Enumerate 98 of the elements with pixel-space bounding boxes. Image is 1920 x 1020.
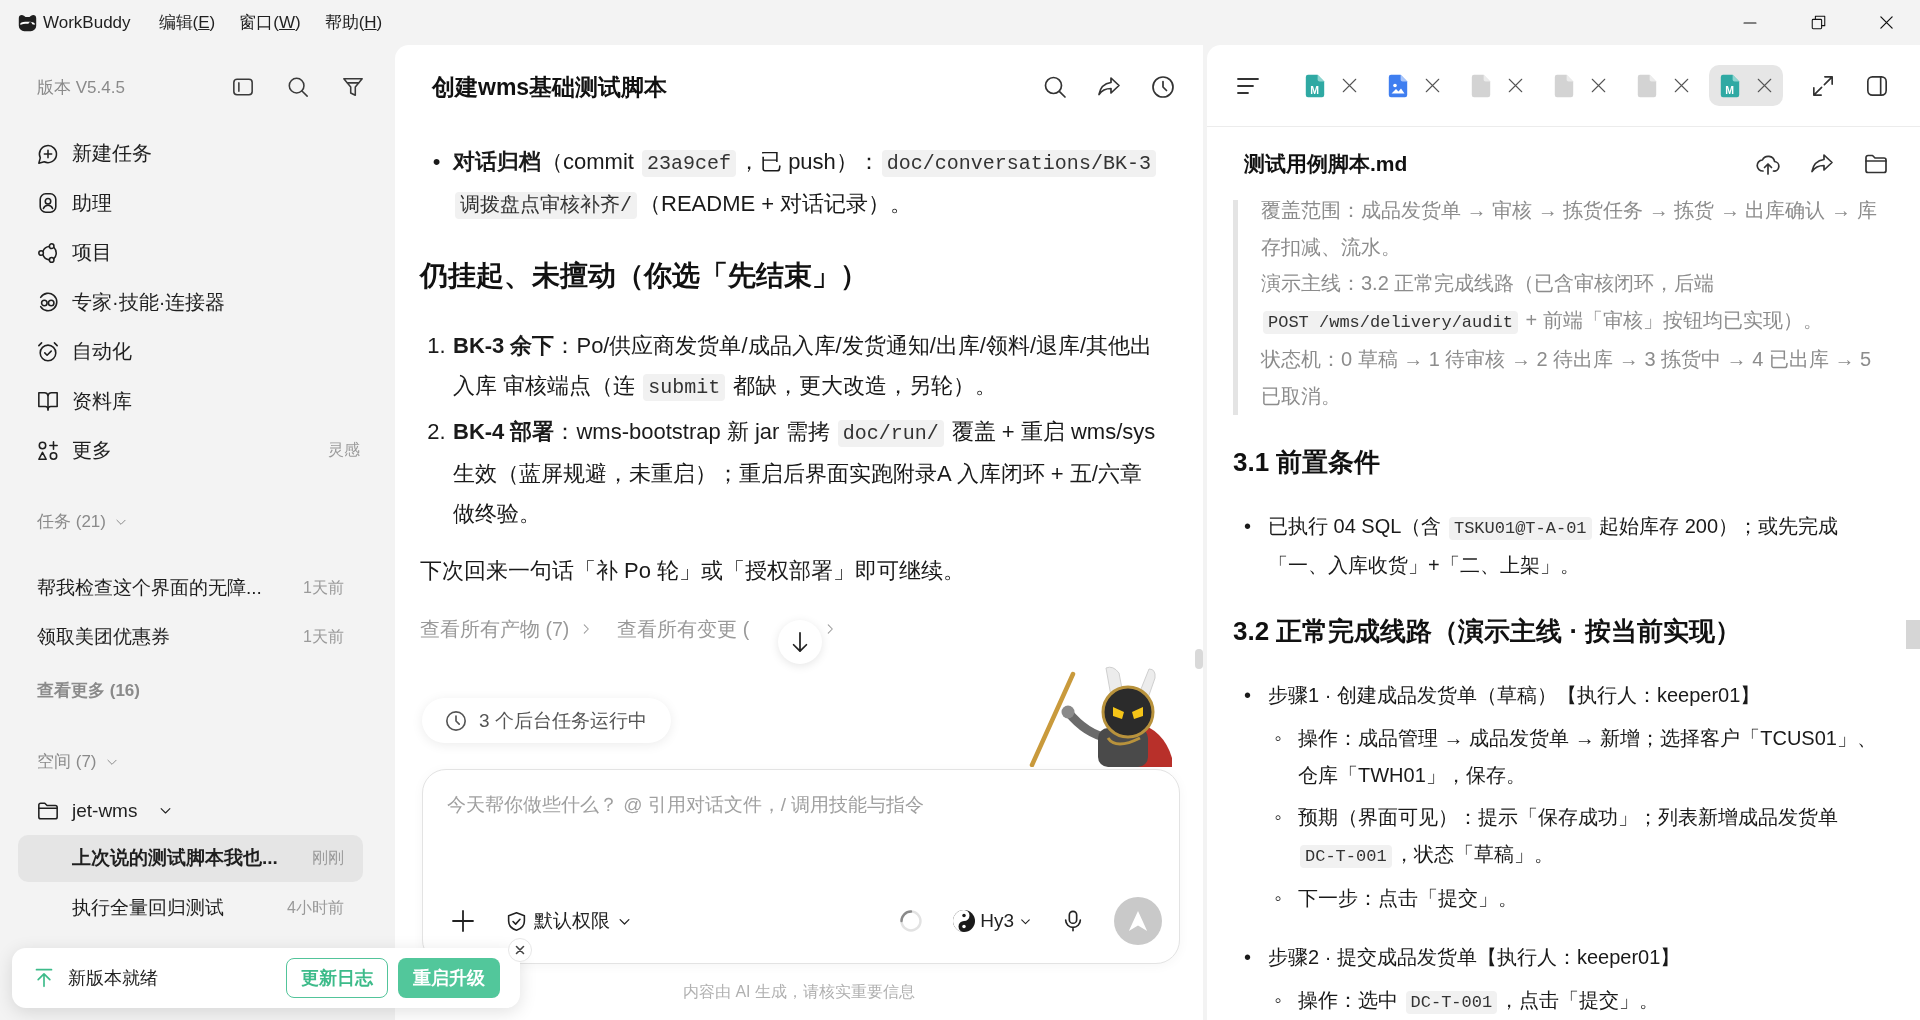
file-icon xyxy=(1637,73,1657,98)
markdown-file-icon: M xyxy=(1720,73,1740,98)
timestamp: 刚刚 xyxy=(312,847,344,868)
plus-icon[interactable] xyxy=(451,909,475,933)
list-item-text: BK-3 余下：Po/供应商发货单/成品入库/发货通知/出库/领料/退库/其他出入库 审核端点（连 submit 都缺，更大改造，另轮）。 xyxy=(453,332,1154,403)
list-item-text: 预期（界面可见）：提示「保存成功」；列表新增成品发货单 DC-T-001 ，状态「草稿」。 xyxy=(1298,804,1839,870)
timestamp: 1天前 xyxy=(303,577,344,598)
task-item[interactable]: 领取美团优惠券 1天前 xyxy=(18,613,363,661)
section-heading: 3.1 前置条件 xyxy=(1233,445,1382,479)
menu-item[interactable]: 编辑(E) xyxy=(158,11,216,34)
markdown-file-icon: M xyxy=(1305,73,1325,98)
nav-item[interactable]: 新建任务 xyxy=(37,140,152,168)
background-tasks-button[interactable]: 3 个后台任务运行中 xyxy=(422,698,671,743)
list-item-text: BK-4 部署：wms-bootstrap 新 jar 需拷 doc/run/ 覆盖 + 重启 wms/sys 生效（蓝屏规避，未重启）；重启后界面实跑附录A 入库闭环 + 五/六章做终验。 xyxy=(453,418,1157,528)
task-item[interactable]: 执行全量回归测试 4小时前 xyxy=(18,884,363,932)
message-field[interactable]: 今天帮你做些什么？ @ 引用对话文件，/ 调用技能与指令 默认权限 Hy3 xyxy=(422,769,1180,964)
quote-text: 覆盖范围：成品发货单 → 审核 → 拣货任务 → 拣货 → 出库确认 → 库存扣减、流水。 xyxy=(1261,200,1878,260)
quote-text: 演示主线：3.2 正常完成线路（已含审核闭环，后端 POST /wms/delivery/audit + 前端「审核」按钮均已实现）。 xyxy=(1261,271,1824,336)
nav-item[interactable]: 项目 xyxy=(37,239,112,267)
nodes-icon xyxy=(37,241,59,264)
chat-plus-icon xyxy=(37,142,59,165)
section-heading: 仍挂起、未擅动（你选「先结束」） xyxy=(420,259,869,293)
arrow-up-icon xyxy=(1127,910,1149,932)
list-number: 2. xyxy=(426,418,447,446)
app-name: WorkBuddy xyxy=(43,12,131,33)
list-item-text: 步骤1 · 创建成品发货单（草稿）【执行人：keeper01】 xyxy=(1268,682,1762,708)
close-icon[interactable] xyxy=(1878,15,1894,30)
bullet-marker: • xyxy=(1243,682,1252,708)
expand-icon[interactable] xyxy=(1812,74,1834,97)
section-heading: 3.2 正常完成线路（演示主线 · 按当前实现） xyxy=(1233,614,1743,648)
close-icon[interactable] xyxy=(1674,78,1689,93)
bullet-marker: ◦ xyxy=(1273,804,1283,830)
disclaimer-text: 内容由 AI 生成，请核实重要信息 xyxy=(683,981,915,1002)
shapes-plus-icon xyxy=(37,439,59,462)
bullet-marker: ◦ xyxy=(1273,987,1283,1013)
folder-icon xyxy=(37,799,59,822)
close-icon[interactable] xyxy=(1591,78,1606,93)
search-icon[interactable] xyxy=(1043,75,1067,99)
restore-icon[interactable] xyxy=(1810,15,1826,30)
task-item[interactable]: 上次说的测试脚本我也... 刚刚 xyxy=(18,834,363,882)
scrollbar-thumb[interactable] xyxy=(1195,649,1203,669)
list-item-text: 下一步：点击「提交」。 xyxy=(1298,885,1519,911)
permission-dropdown[interactable]: 默认权限 xyxy=(506,908,632,934)
chat-title: 创建wms基础测试脚本 xyxy=(432,72,668,102)
file-icon xyxy=(1554,73,1574,98)
nav-item[interactable]: 资料库 xyxy=(37,387,132,415)
timestamp: 1天前 xyxy=(303,626,344,647)
message-text: 下次回来一句话「补 Po 轮」或「授权部署」即可继续。 xyxy=(420,557,967,585)
sidebar-toggle-icon[interactable] xyxy=(232,76,254,98)
alarm-check-icon xyxy=(37,340,59,363)
clock-icon xyxy=(445,709,467,732)
scroll-down-button[interactable] xyxy=(778,620,822,664)
nav-item[interactable]: 更多 xyxy=(37,437,112,465)
file-icon xyxy=(1471,73,1491,98)
quote-text: 状态机：0 草稿 → 1 待审核 → 2 待出库 → 3 拣货中 → 4 已出库 → 5 已取消。 xyxy=(1261,347,1873,409)
list-number: 1. xyxy=(426,332,447,360)
list-item-text: 操作：成品管理 → 成品发货单 → 新增；选择客户「TCUS01」、仓库「TWH01」，保存。 xyxy=(1298,725,1878,788)
glasses-face-icon xyxy=(37,291,59,314)
filter-icon[interactable] xyxy=(342,76,364,98)
close-icon[interactable] xyxy=(1508,78,1523,93)
bullet-marker: ◦ xyxy=(1273,885,1283,911)
scrollbar-thumb[interactable] xyxy=(1906,620,1920,649)
timestamp: 4小时前 xyxy=(287,897,344,918)
book-icon xyxy=(37,390,59,413)
bullet-marker: • xyxy=(431,148,442,176)
bullet-marker: ◦ xyxy=(1273,725,1283,751)
folder-item[interactable]: jet-wms xyxy=(37,799,174,822)
close-icon[interactable] xyxy=(1342,78,1357,93)
nav-item[interactable]: 专家·技能·连接器 xyxy=(37,288,226,316)
shield-check-icon xyxy=(506,910,527,932)
bullet-marker: • xyxy=(1243,944,1252,970)
person-frame-icon xyxy=(37,192,59,215)
panel-right-icon[interactable] xyxy=(1866,74,1888,97)
list-item-text: 步骤2 · 提交成品发货单【执行人：keeper01】 xyxy=(1268,944,1682,970)
microphone-icon[interactable] xyxy=(1062,910,1084,932)
bullet-marker: • xyxy=(1243,513,1252,539)
message-input[interactable]: 今天帮你做些什么？ @ 引用对话文件，/ 调用技能与指令 xyxy=(447,787,1162,896)
close-icon[interactable] xyxy=(1425,78,1440,93)
model-logo-icon xyxy=(953,910,976,932)
image-file-icon xyxy=(1388,73,1408,98)
model-dropdown[interactable]: Hy3 xyxy=(953,910,1032,932)
nav-item[interactable]: 助理 xyxy=(37,189,112,217)
clock-icon[interactable] xyxy=(1151,75,1175,99)
menu-item[interactable]: 帮助(H) xyxy=(324,11,383,34)
notification-text: 新版本就绪 xyxy=(68,967,158,990)
document-title: 测试用例脚本.md xyxy=(1244,150,1408,177)
menu-item[interactable]: 窗口(W) xyxy=(239,11,301,34)
close-icon[interactable] xyxy=(1757,78,1772,93)
search-icon[interactable] xyxy=(287,76,309,98)
list-item-text: 已执行 04 SQL（含 TSKU01@T-A-01 起始库存 200）；或先完成「一、入库收货」+「二、上架」。 xyxy=(1268,513,1840,578)
spinner-icon xyxy=(899,909,924,933)
nav-item[interactable]: 自动化 xyxy=(37,338,132,366)
app-logo-icon xyxy=(18,13,37,32)
version-label: 版本 V5.4.5 xyxy=(37,76,125,99)
list-item-text: 操作：选中 DC-T-001 ，点击「提交」。 xyxy=(1298,987,1661,1016)
task-item[interactable]: 帮我检查这个界面的无障... 1天前 xyxy=(18,564,363,612)
arrow-up-icon xyxy=(34,968,54,988)
hint-label: 灵感 xyxy=(328,440,360,461)
